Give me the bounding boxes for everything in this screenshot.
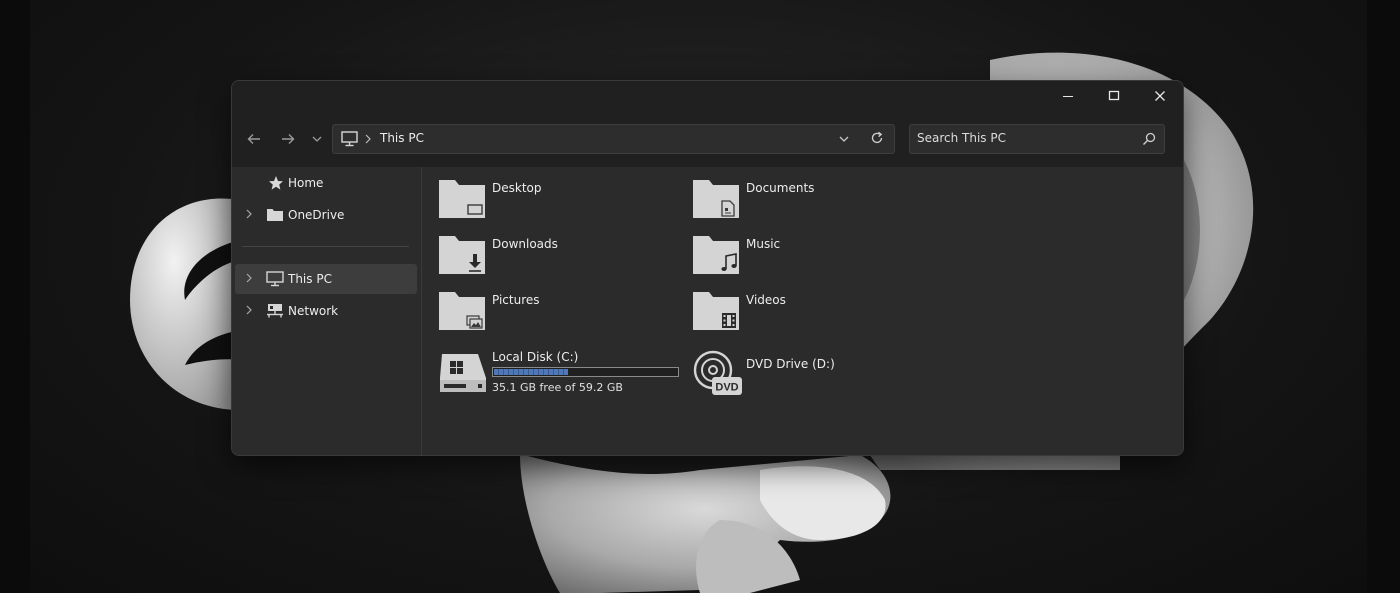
- folder-tile-documents[interactable]: Documents: [676, 167, 916, 218]
- sidebar-separator: [242, 246, 409, 247]
- monitor-icon: [266, 271, 284, 287]
- address-history-chevron-icon[interactable]: [839, 134, 849, 144]
- forward-button[interactable]: [274, 125, 302, 153]
- dvd-drive-icon: DVD: [693, 350, 742, 395]
- minimize-button[interactable]: [1045, 81, 1091, 111]
- monitor-icon: [341, 131, 358, 147]
- maximize-icon: [1108, 90, 1120, 101]
- navigation-toolbar: This PC Search This PC: [232, 111, 1183, 167]
- folder-tile-desktop[interactable]: Desktop: [422, 167, 662, 218]
- breadcrumb-this-pc[interactable]: This PC: [380, 131, 424, 145]
- search-placeholder: Search This PC: [917, 131, 1006, 145]
- search-box[interactable]: Search This PC: [909, 124, 1165, 154]
- search-icon: [1143, 132, 1156, 145]
- sidebar-item-this-pc[interactable]: This PC: [235, 264, 417, 294]
- folder-tile-videos[interactable]: Videos: [676, 279, 916, 330]
- sidebar-item-onedrive[interactable]: OneDrive: [235, 200, 417, 230]
- chevron-right-icon[interactable]: [245, 209, 253, 219]
- address-bar[interactable]: This PC: [332, 124, 895, 154]
- network-icon: [267, 304, 283, 318]
- downloads-folder-icon: [439, 236, 485, 274]
- home-star-icon: [269, 176, 283, 190]
- breadcrumb-chevron-icon: [365, 134, 371, 144]
- disk-usage-fill: [494, 369, 568, 375]
- navigation-pane: Home OneDrive This PC Network: [232, 167, 422, 455]
- maximize-button[interactable]: [1091, 81, 1137, 111]
- chevron-right-icon[interactable]: [245, 273, 253, 283]
- items-view: Desktop Documents Downloads Music Pictur…: [422, 167, 1183, 455]
- refresh-icon[interactable]: [870, 131, 884, 145]
- sidebar-item-home[interactable]: Home: [235, 168, 417, 198]
- folder-icon: [267, 209, 283, 221]
- drive-tile-dvd-d[interactable]: DVD DVD Drive (D:): [676, 350, 926, 410]
- disk-usage-bar: [492, 367, 679, 377]
- title-bar: [232, 81, 1183, 111]
- sidebar-item-network[interactable]: Network: [235, 296, 417, 326]
- drive-tile-local-disk-c[interactable]: Local Disk (C:) 35.1 GB free of 59.2 GB: [422, 350, 679, 410]
- chevron-down-icon: [312, 136, 322, 142]
- recent-locations-button[interactable]: [305, 125, 329, 153]
- videos-folder-icon: [693, 292, 739, 330]
- minimize-icon: [1063, 96, 1073, 97]
- pictures-folder-icon: [439, 292, 485, 330]
- documents-folder-icon: [693, 180, 739, 218]
- arrow-left-icon: [247, 134, 260, 144]
- file-explorer-window: This PC Search This PC Home OneDrive Thi…: [231, 80, 1184, 456]
- folder-tile-downloads[interactable]: Downloads: [422, 223, 662, 274]
- close-button[interactable]: [1137, 81, 1183, 111]
- close-icon: [1155, 91, 1165, 101]
- arrow-right-icon: [282, 134, 295, 144]
- dvd-badge: DVD: [715, 382, 738, 394]
- back-button[interactable]: [240, 125, 268, 153]
- hard-drive-icon: [440, 354, 486, 392]
- folder-tile-music[interactable]: Music: [676, 223, 916, 274]
- folder-tile-pictures[interactable]: Pictures: [422, 279, 662, 330]
- music-folder-icon: [693, 236, 739, 274]
- desktop-folder-icon: [439, 180, 485, 218]
- chevron-right-icon[interactable]: [245, 305, 253, 315]
